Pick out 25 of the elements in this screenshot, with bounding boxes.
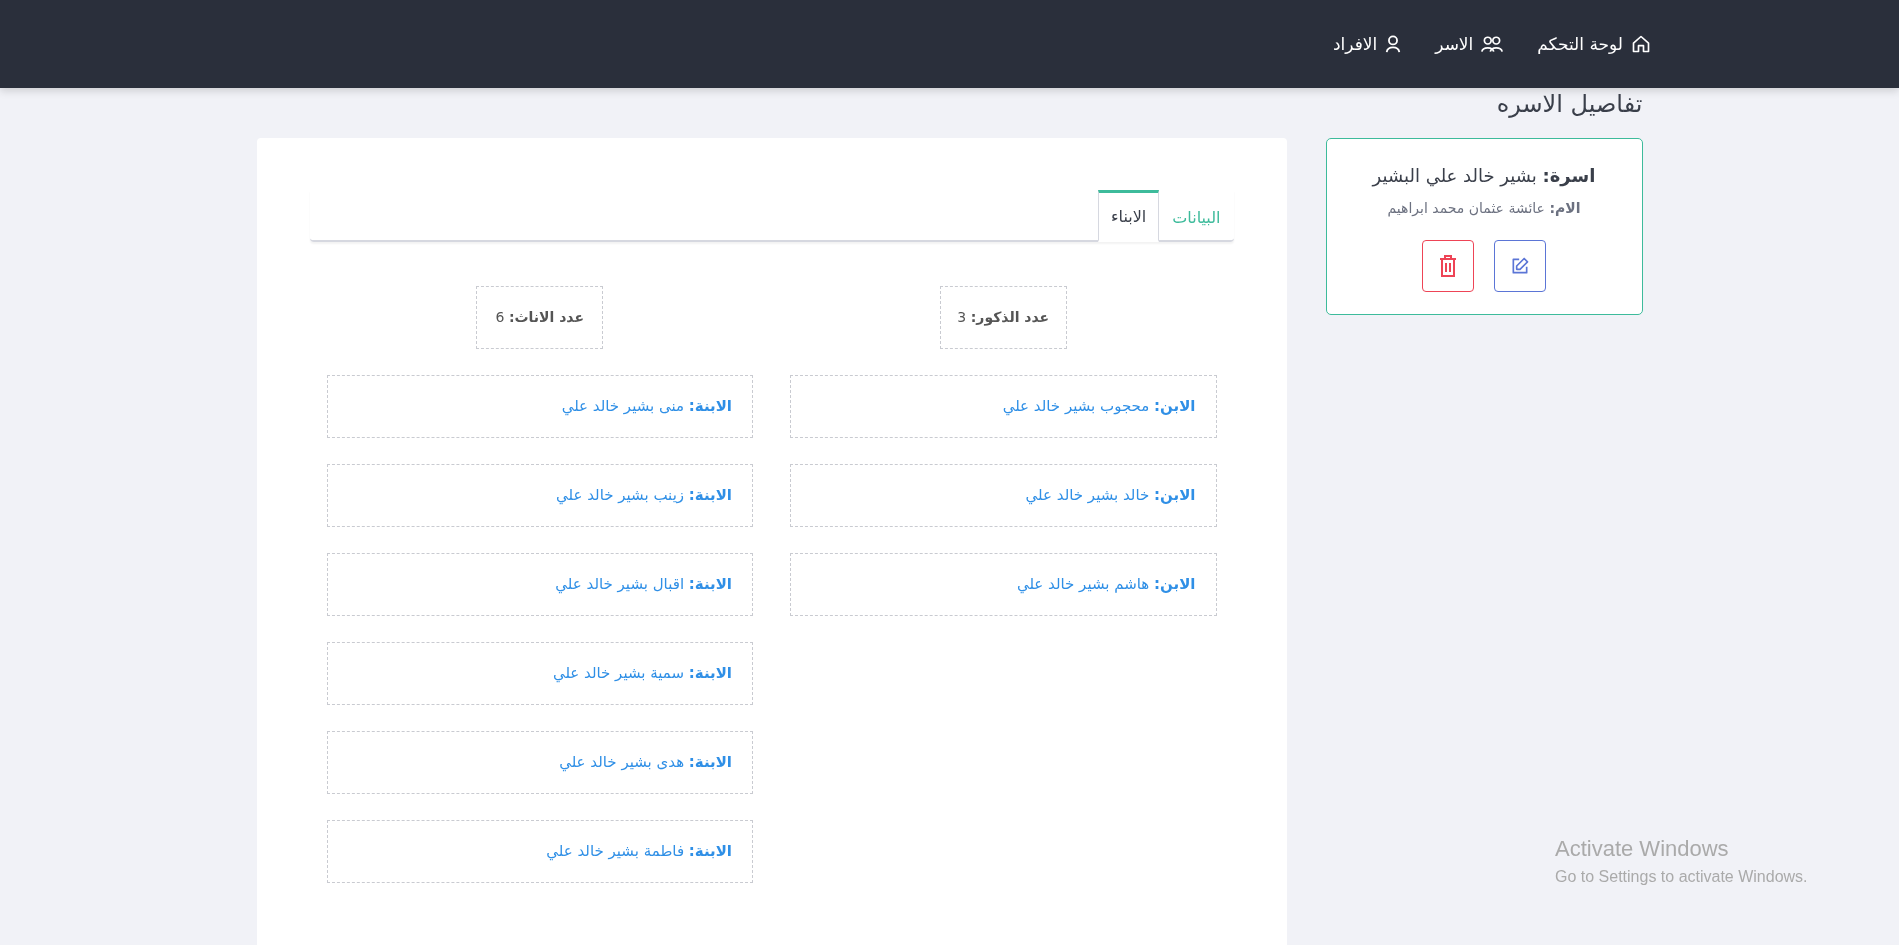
- child-entry: الابنة: اقبال بشير خالد علي: [326, 553, 753, 616]
- user-icon: [1385, 35, 1402, 53]
- edit-button[interactable]: [1494, 240, 1546, 292]
- child-entry: الابنة: هدى بشير خالد علي: [326, 731, 753, 794]
- nav-link[interactable]: لوحة التحكم: [1537, 34, 1651, 54]
- delete-button[interactable]: [1422, 240, 1474, 292]
- page-title: تفاصيل الاسره: [1496, 89, 1643, 120]
- activation-text: Go to Settings to activate Windows.: [1555, 868, 1808, 886]
- trash-icon: [1439, 255, 1457, 277]
- child-entry: الابنة: سمية بشير خالد علي: [326, 642, 753, 705]
- child-entry: الابن: خالد بشير خالد علي: [790, 464, 1217, 527]
- home-icon: [1631, 34, 1651, 54]
- edit-icon: [1510, 256, 1530, 276]
- nav-link[interactable]: الاسر: [1435, 34, 1504, 54]
- child-entry: الابنة: منى بشير خالد علي: [326, 375, 753, 438]
- mother-name: الام: عائشة عثمان محمد ابراهيم: [1386, 200, 1582, 216]
- tab[interactable]: الابناء: [1098, 190, 1160, 242]
- child-entry: الابنة: فاطمة بشير خالد علي: [326, 820, 753, 883]
- users-icon: [1481, 35, 1504, 53]
- child-entry: الابنة: زينب بشير خالد علي: [326, 464, 753, 527]
- activation-title: Activate Windows: [1555, 836, 1730, 862]
- child-entry: الابن: هاشم بشير خالد علي: [790, 553, 1217, 616]
- family-name: اسرة: بشير خالد علي البشير: [1370, 165, 1597, 186]
- nav-link[interactable]: الافراد: [1333, 34, 1402, 54]
- child-entry: الابن: محجوب بشير خالد علي: [790, 375, 1217, 438]
